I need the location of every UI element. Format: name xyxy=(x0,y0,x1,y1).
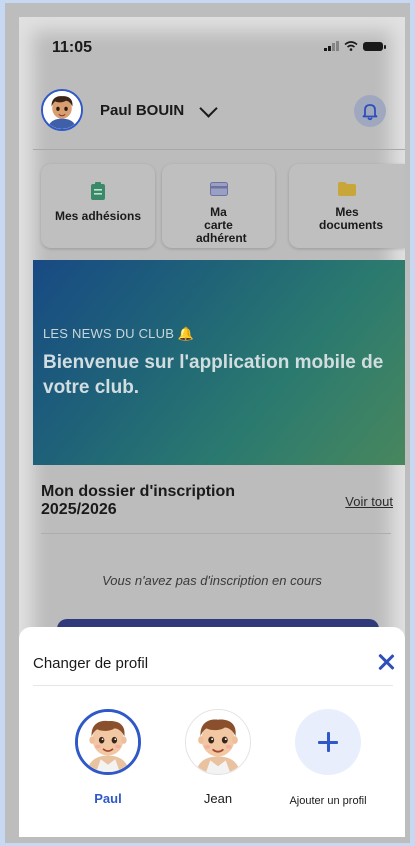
notifications-button[interactable] xyxy=(354,95,386,127)
quick-action-carte[interactable]: Ma carte adhérent xyxy=(162,164,275,248)
folder-icon xyxy=(338,182,356,196)
profile-name-label: Paul xyxy=(94,791,122,806)
avatar xyxy=(185,709,251,775)
wifi-icon xyxy=(344,41,358,51)
profile-name-label: Jean xyxy=(203,791,233,806)
section-divider xyxy=(41,533,391,534)
empty-state-message: Vous n'avez pas d'inscription en cours xyxy=(102,573,322,588)
avatar xyxy=(75,709,141,775)
news-banner[interactable]: LES NEWS DU CLUB 🔔 Bienvenue sur l'appli… xyxy=(33,260,405,465)
status-icons xyxy=(324,41,386,51)
sheet-title: Changer de profil xyxy=(33,655,149,672)
user-avatar[interactable] xyxy=(41,89,83,131)
add-profile-button[interactable]: Ajouter un profil xyxy=(273,709,383,819)
see-all-link[interactable]: Voir tout xyxy=(345,494,393,509)
quick-action-label: Mes adhésions xyxy=(54,209,142,223)
dossier-title: Mon dossier d'inscription 2025/2026 xyxy=(41,483,236,518)
battery-icon xyxy=(363,41,386,51)
profile-option-jean[interactable]: Jean xyxy=(163,709,273,819)
close-icon[interactable] xyxy=(375,651,397,673)
bell-icon xyxy=(362,104,378,121)
plus-icon xyxy=(295,709,361,775)
news-kicker: LES NEWS DU CLUB 🔔 xyxy=(43,326,195,341)
add-profile-label: Ajouter un profil xyxy=(289,795,367,807)
header-divider xyxy=(33,149,405,150)
quick-action-label: Mes documents xyxy=(319,205,384,232)
quick-action-documents[interactable]: Mes documents xyxy=(289,164,405,248)
clipboard-icon xyxy=(91,182,105,200)
news-title: Bienvenue sur l'application mobile de vo… xyxy=(43,352,384,398)
sheet-divider xyxy=(33,685,393,686)
signal-icon xyxy=(324,41,339,51)
phone-screen: 11:05 Paul BOUIN Mes adhésions Ma carte … xyxy=(19,17,405,837)
quick-action-label: Ma carte adhérent xyxy=(196,205,247,245)
profile-option-paul[interactable]: Paul xyxy=(53,709,163,819)
status-time: 11:05 xyxy=(52,39,93,56)
profile-name[interactable]: Paul BOUIN xyxy=(100,102,184,119)
quick-action-adhesions[interactable]: Mes adhésions xyxy=(41,164,155,248)
card-icon xyxy=(209,182,228,196)
chevron-down-icon[interactable] xyxy=(199,99,218,118)
app-header: Paul BOUIN xyxy=(41,89,386,133)
profile-switcher-sheet: Changer de profil Paul Jean Ajouter un p… xyxy=(19,627,405,837)
screen-frame: 11:05 Paul BOUIN Mes adhésions Ma carte … xyxy=(0,0,415,846)
